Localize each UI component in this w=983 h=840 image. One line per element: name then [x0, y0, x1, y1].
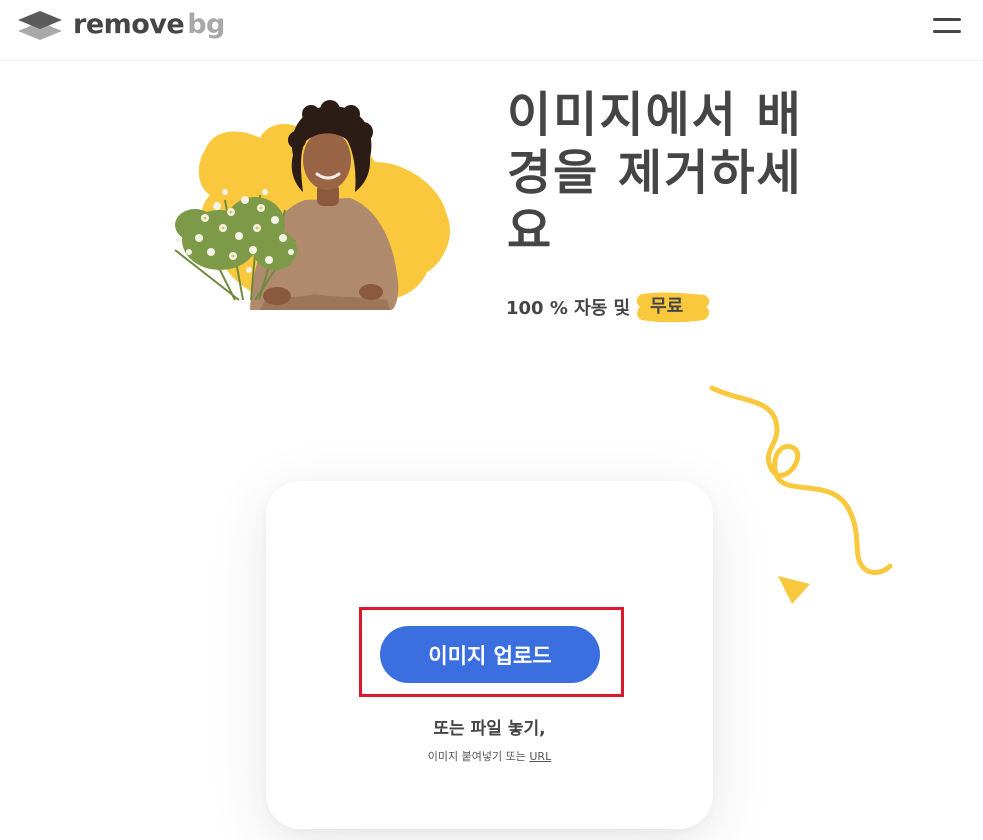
- layers-logo-icon: [18, 11, 62, 40]
- paste-image-text: 이미지 붙여넣기 또는 URL: [266, 748, 713, 764]
- url-link[interactable]: URL: [529, 750, 551, 763]
- decorative-triangle-icon: [778, 576, 810, 604]
- logo-word-remove: remove: [73, 9, 185, 40]
- logo-text: remove bg: [73, 9, 225, 41]
- hero-title: 이미지에서 배경을 제거하세요: [507, 87, 803, 259]
- upload-image-button[interactable]: 이미지 업로드: [380, 626, 600, 683]
- paste-image-label: 이미지 붙여넣기 또는: [427, 750, 526, 763]
- logo-word-bg: bg: [187, 9, 225, 40]
- hamburger-menu-icon: [933, 18, 961, 21]
- logo-link[interactable]: remove bg: [17, 9, 225, 41]
- drop-file-text: 또는 파일 놓기,: [433, 719, 546, 739]
- top-header: remove bg: [0, 0, 983, 61]
- free-badge: 무료: [636, 291, 710, 323]
- hamburger-menu-icon-line: [933, 30, 961, 33]
- decorative-squiggle-icon: [709, 385, 893, 604]
- woman-with-flowers-photo: [174, 100, 451, 310]
- hero-subtitle-text: 100 % 자동 및: [506, 298, 631, 319]
- hero-subtitle: 100 % 자동 및 무료: [506, 290, 710, 324]
- page: remove bg 이미지에서 배경을 제거하세요 100 % 자동 및 무료 …: [0, 0, 983, 840]
- hamburger-menu-button[interactable]: [926, 12, 964, 40]
- free-badge-label: 무료: [650, 296, 684, 317]
